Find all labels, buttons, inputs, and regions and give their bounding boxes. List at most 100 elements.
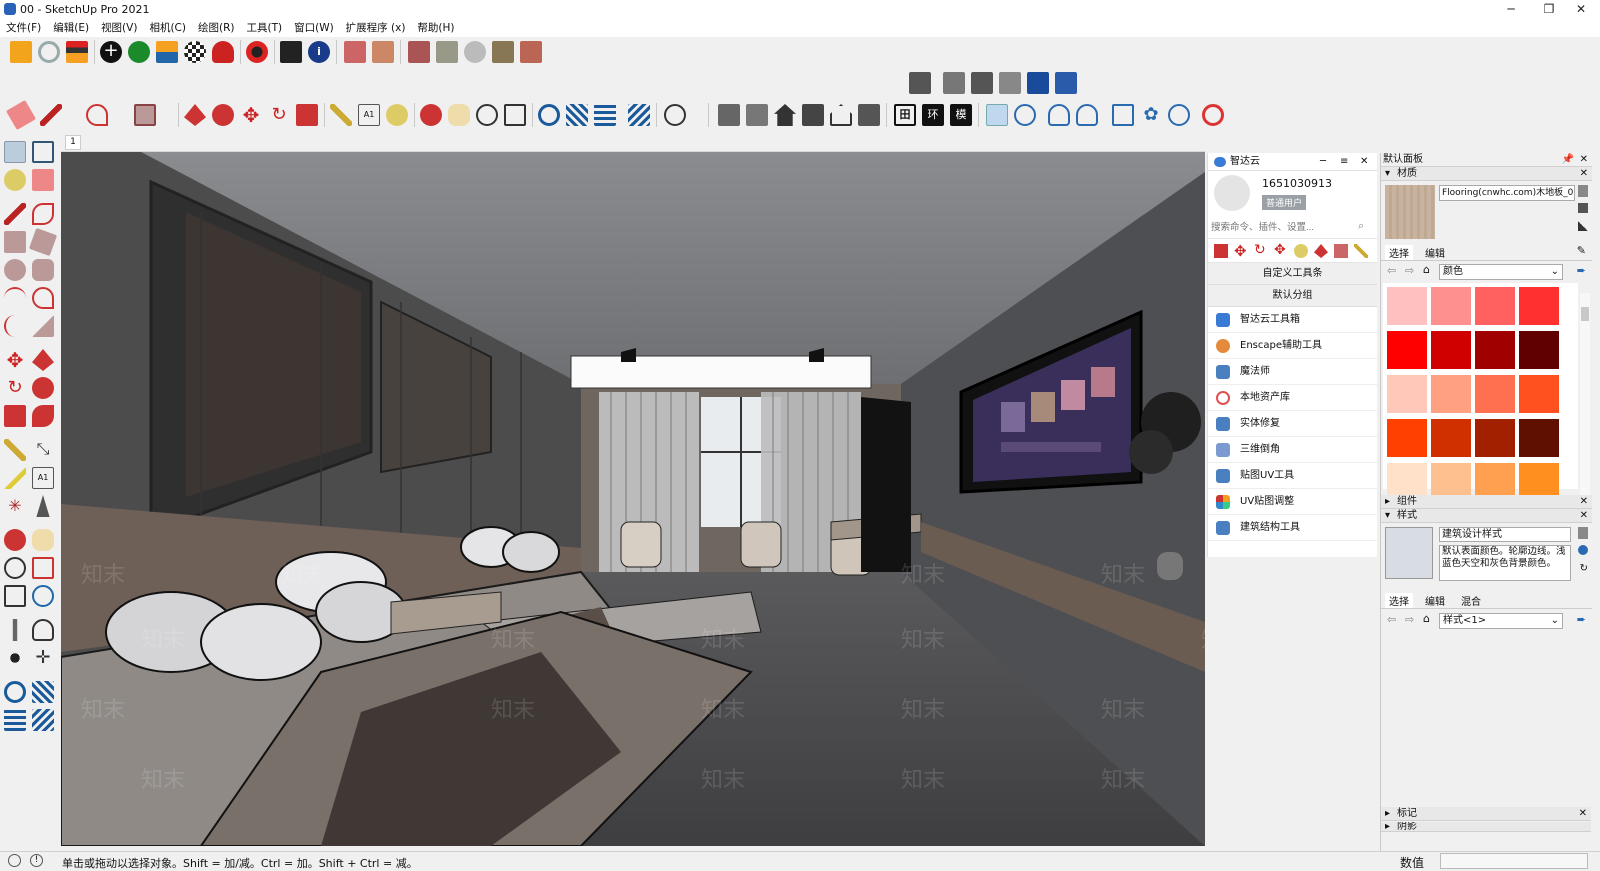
pencil-icon[interactable] — [40, 104, 62, 126]
left-section-plane-icon[interactable] — [4, 681, 26, 703]
left-pan-icon[interactable] — [32, 529, 54, 551]
info-status-icon[interactable]: ! — [30, 854, 43, 867]
checker-icon[interactable] — [184, 41, 206, 63]
eraser-icon[interactable] — [5, 99, 37, 131]
eyedropper-icon[interactable]: ✎ — [1577, 244, 1586, 257]
tab-styles-select[interactable]: 选择 — [1385, 593, 1413, 608]
fold-icon[interactable] — [520, 41, 542, 63]
texture-icon[interactable] — [344, 41, 366, 63]
components-close-icon[interactable]: ✕ — [1580, 495, 1588, 509]
color-swatch[interactable] — [1475, 375, 1515, 413]
move-icon[interactable]: ✥ — [240, 104, 262, 126]
menu-help[interactable]: 帮助(H) — [411, 20, 460, 37]
cloud-list-icon[interactable] — [1076, 104, 1098, 126]
intersect-icon[interactable] — [1027, 72, 1049, 94]
collection-select[interactable]: 颜色 ⌄ — [1439, 264, 1563, 280]
menu-icon[interactable]: ≡ — [1340, 153, 1348, 171]
tab-materials-edit[interactable]: 编辑 — [1421, 245, 1449, 260]
tab-materials-select[interactable]: 选择 — [1385, 245, 1413, 260]
info-icon[interactable]: i — [308, 41, 330, 63]
group-icon[interactable] — [943, 72, 965, 94]
expand-icon[interactable] — [1112, 104, 1134, 126]
styles-header[interactable]: ▾ 样式 ✕ — [1381, 509, 1592, 523]
select-arrow-icon[interactable] — [4, 141, 26, 163]
tray-close-icon[interactable]: ✕ — [1580, 153, 1588, 167]
previous-view-icon[interactable] — [32, 585, 54, 607]
quick-tape-icon[interactable] — [1354, 244, 1368, 258]
custom-toolbar-section[interactable]: 自定义工具条 — [1208, 263, 1377, 285]
minimize-button[interactable]: ─ — [1492, 0, 1530, 20]
left-push-pull-icon[interactable] — [32, 349, 54, 371]
sample-paint-icon[interactable] — [1578, 221, 1588, 231]
materials-close-icon[interactable]: ✕ — [1580, 167, 1588, 181]
details-arrow-icon[interactable]: ➨ — [1577, 613, 1586, 626]
left-paint-bucket-icon[interactable] — [4, 169, 26, 191]
three-point-arc-icon[interactable] — [4, 315, 26, 337]
left-orbit-icon[interactable] — [4, 529, 26, 551]
quick-push-pull-icon[interactable] — [1214, 244, 1228, 258]
walk-cross-icon[interactable]: ✛ — [32, 647, 54, 669]
left-section-display-icon[interactable] — [32, 681, 54, 703]
plugin-item[interactable]: 实体修复 — [1208, 411, 1377, 437]
geo-location-icon[interactable] — [8, 854, 21, 867]
refresh-icon[interactable] — [38, 41, 60, 63]
model-plugin-icon[interactable]: 模 — [950, 104, 972, 126]
section-plane-icon[interactable] — [538, 104, 560, 126]
shadows-header[interactable]: ▸ 阴影 — [1381, 822, 1591, 832]
quick-move-icon[interactable]: ✥ — [1234, 242, 1247, 260]
section-display-icon[interactable] — [566, 104, 588, 126]
close-button[interactable]: ✕ — [1562, 0, 1600, 20]
sheet-icon[interactable] — [492, 41, 514, 63]
tags-header[interactable]: ▸ 标记 ✕ — [1381, 807, 1591, 821]
section-cut-icon[interactable] — [594, 104, 616, 126]
rotated-rect-icon[interactable] — [28, 227, 58, 257]
plugin-item[interactable]: 贴图UV工具 — [1208, 463, 1377, 489]
refresh-style-icon[interactable]: ↻ — [1580, 563, 1588, 574]
model-viewport[interactable]: 知末 知末 知末 知末 知末 知末 知末 知末 知末 知末 知末 知末 知末 知… — [61, 152, 1205, 846]
styles-close-icon[interactable]: ✕ — [1580, 509, 1588, 523]
color-swatch[interactable] — [1387, 331, 1427, 369]
zhida-cloud-icon[interactable] — [986, 104, 1008, 126]
measurements-input[interactable] — [1440, 853, 1588, 869]
back-arrow-icon[interactable]: ⇦ — [1387, 613, 1396, 626]
default-material-icon[interactable] — [1578, 203, 1588, 213]
right-view-icon[interactable] — [802, 104, 824, 126]
tags-close-icon[interactable]: ✕ — [1579, 807, 1587, 821]
union-icon[interactable] — [1055, 72, 1077, 94]
cloud-search-icon[interactable] — [1014, 104, 1036, 126]
color-swatch[interactable] — [1475, 287, 1515, 325]
left-eraser-icon[interactable] — [32, 169, 54, 191]
color-swatch[interactable] — [1475, 419, 1515, 457]
style-description[interactable]: 默认表面颜色。轮廓边线。浅蓝色天空和灰色背景颜色。 — [1439, 545, 1571, 581]
layers-icon[interactable] — [66, 41, 88, 63]
tree-icon[interactable] — [128, 41, 150, 63]
style-collection-select[interactable]: 样式<1> ⌄ — [1439, 613, 1563, 629]
left-zoom-extents-icon[interactable] — [4, 585, 26, 607]
add-icon[interactable]: + — [100, 41, 122, 63]
left-rotate-icon[interactable]: ↻ — [4, 377, 26, 399]
color-swatch[interactable] — [1431, 375, 1471, 413]
left-tape-icon[interactable] — [4, 439, 26, 461]
quick-move2-icon[interactable]: ✥ — [1274, 242, 1286, 258]
left-section-fill-icon[interactable] — [32, 709, 54, 731]
menu-window[interactable]: 窗口(W) — [288, 20, 340, 37]
plugin-item[interactable]: 三维倒角 — [1208, 437, 1377, 463]
color-swatch[interactable] — [1475, 331, 1515, 369]
left-scale-icon[interactable] — [4, 405, 26, 427]
grid-texture-icon[interactable] — [372, 41, 394, 63]
scrollbar-thumb[interactable] — [1581, 307, 1589, 321]
3d-text-icon[interactable] — [36, 495, 50, 517]
hand-icon[interactable] — [464, 41, 486, 63]
quick-pushpull2-icon[interactable] — [1314, 244, 1328, 258]
walk-icon[interactable] — [4, 647, 26, 669]
tab-styles-mix[interactable]: 混合 — [1457, 593, 1485, 608]
axes-icon[interactable]: ✳ — [4, 495, 26, 517]
sync-icon[interactable] — [1168, 104, 1190, 126]
paint-icon[interactable] — [408, 41, 430, 63]
mail-icon[interactable] — [280, 41, 302, 63]
color-swatch[interactable] — [1387, 375, 1427, 413]
search-input[interactable] — [1211, 219, 1357, 236]
menu-draw[interactable]: 绘图(R) — [192, 20, 241, 37]
left-text-icon[interactable]: A1 — [32, 467, 54, 489]
pin-icon[interactable]: 📌 — [1562, 153, 1574, 167]
